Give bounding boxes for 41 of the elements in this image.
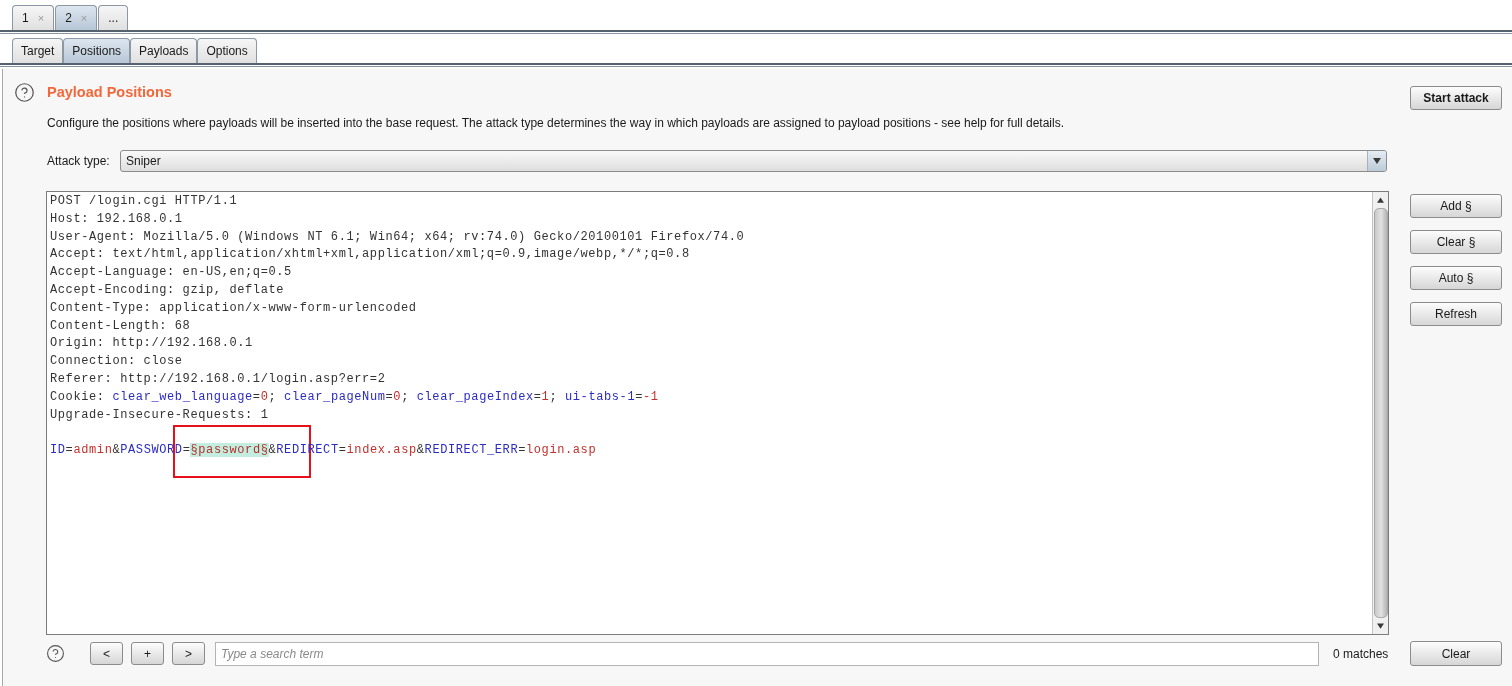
instance-tab[interactable]: ... — [98, 5, 129, 30]
search-field[interactable]: Type a search term — [215, 641, 1319, 666]
help-icon[interactable] — [14, 82, 35, 103]
request-line: Accept: text/html,application/xhtml+xml,application/xml;q=0.9,image/webp,*/*;q=0.8 — [50, 246, 690, 264]
position-button[interactable]: Auto § — [1410, 266, 1502, 290]
tab[interactable]: Payloads — [130, 38, 198, 63]
clear-button[interactable]: Clear — [1410, 641, 1502, 666]
request-line: Accept-Encoding: gzip, deflate — [50, 282, 285, 299]
request-line: User-Agent: Mozilla/5.0 (Windows NT 6.1; Win64; x64; rv:74.0) Gecko/20100101 Firefox/74.0 — [50, 228, 745, 246]
search-nav-button[interactable]: > — [172, 642, 205, 665]
section-title: Payload Positions — [47, 83, 172, 102]
scroll-up-icon — [1377, 197, 1384, 203]
request-line: Cookie: clear_web_language=0; clear_pageNum=0; clear_pageIndex=1; ui-tabs-1=-1 — [50, 388, 659, 406]
request-line: Origin: http://192.168.0.1 — [50, 335, 253, 353]
position-button[interactable]: Add § — [1410, 194, 1502, 218]
request-line: Host: 192.168.0.1 — [50, 210, 183, 228]
caret-down-icon — [1373, 158, 1381, 164]
request-line: Content-Type: application/x-www-form-urlencoded — [50, 299, 417, 317]
request-editor[interactable] — [46, 191, 1389, 635]
attack-type-dropdown[interactable]: Sniper — [120, 150, 1387, 172]
search-nav-button[interactable]: + — [131, 642, 164, 665]
match-count: 0 matches — [1333, 645, 1390, 663]
request-line: POST /login.cgi HTTP/1.1 — [50, 193, 238, 210]
search-nav-button[interactable]: < — [90, 642, 123, 665]
request-line: Connection: close — [50, 353, 183, 371]
attack-type-label: Attack type: — [47, 153, 111, 170]
position-button[interactable]: Clear § — [1410, 230, 1502, 254]
scroll-down-icon — [1377, 623, 1384, 629]
position-button[interactable]: Refresh — [1410, 302, 1502, 326]
request-line: Referer: http://192.168.0.1/login.asp?err=2 — [50, 370, 386, 388]
tab[interactable]: Target — [12, 38, 64, 63]
instance-tab[interactable]: 2 × — [55, 5, 98, 30]
section-description: Configure the positions where payloads will be inserted into the base request. The attack type determines the way in which payloads are assigned to payload positions - see help for full details. — [47, 115, 1065, 131]
instance-tab[interactable]: 1 × — [12, 5, 55, 30]
help-icon[interactable] — [46, 644, 65, 663]
request-line: Accept-Language: en-US,en;q=0.5 — [50, 264, 292, 282]
request-line: Content-Length: 68 — [50, 317, 191, 335]
tab[interactable]: Options — [197, 38, 257, 63]
request-line: Upgrade-Insecure-Requests: 1 — [50, 406, 269, 424]
tab[interactable]: Positions — [63, 38, 131, 63]
start-attack-button[interactable]: Start attack — [1410, 86, 1502, 110]
